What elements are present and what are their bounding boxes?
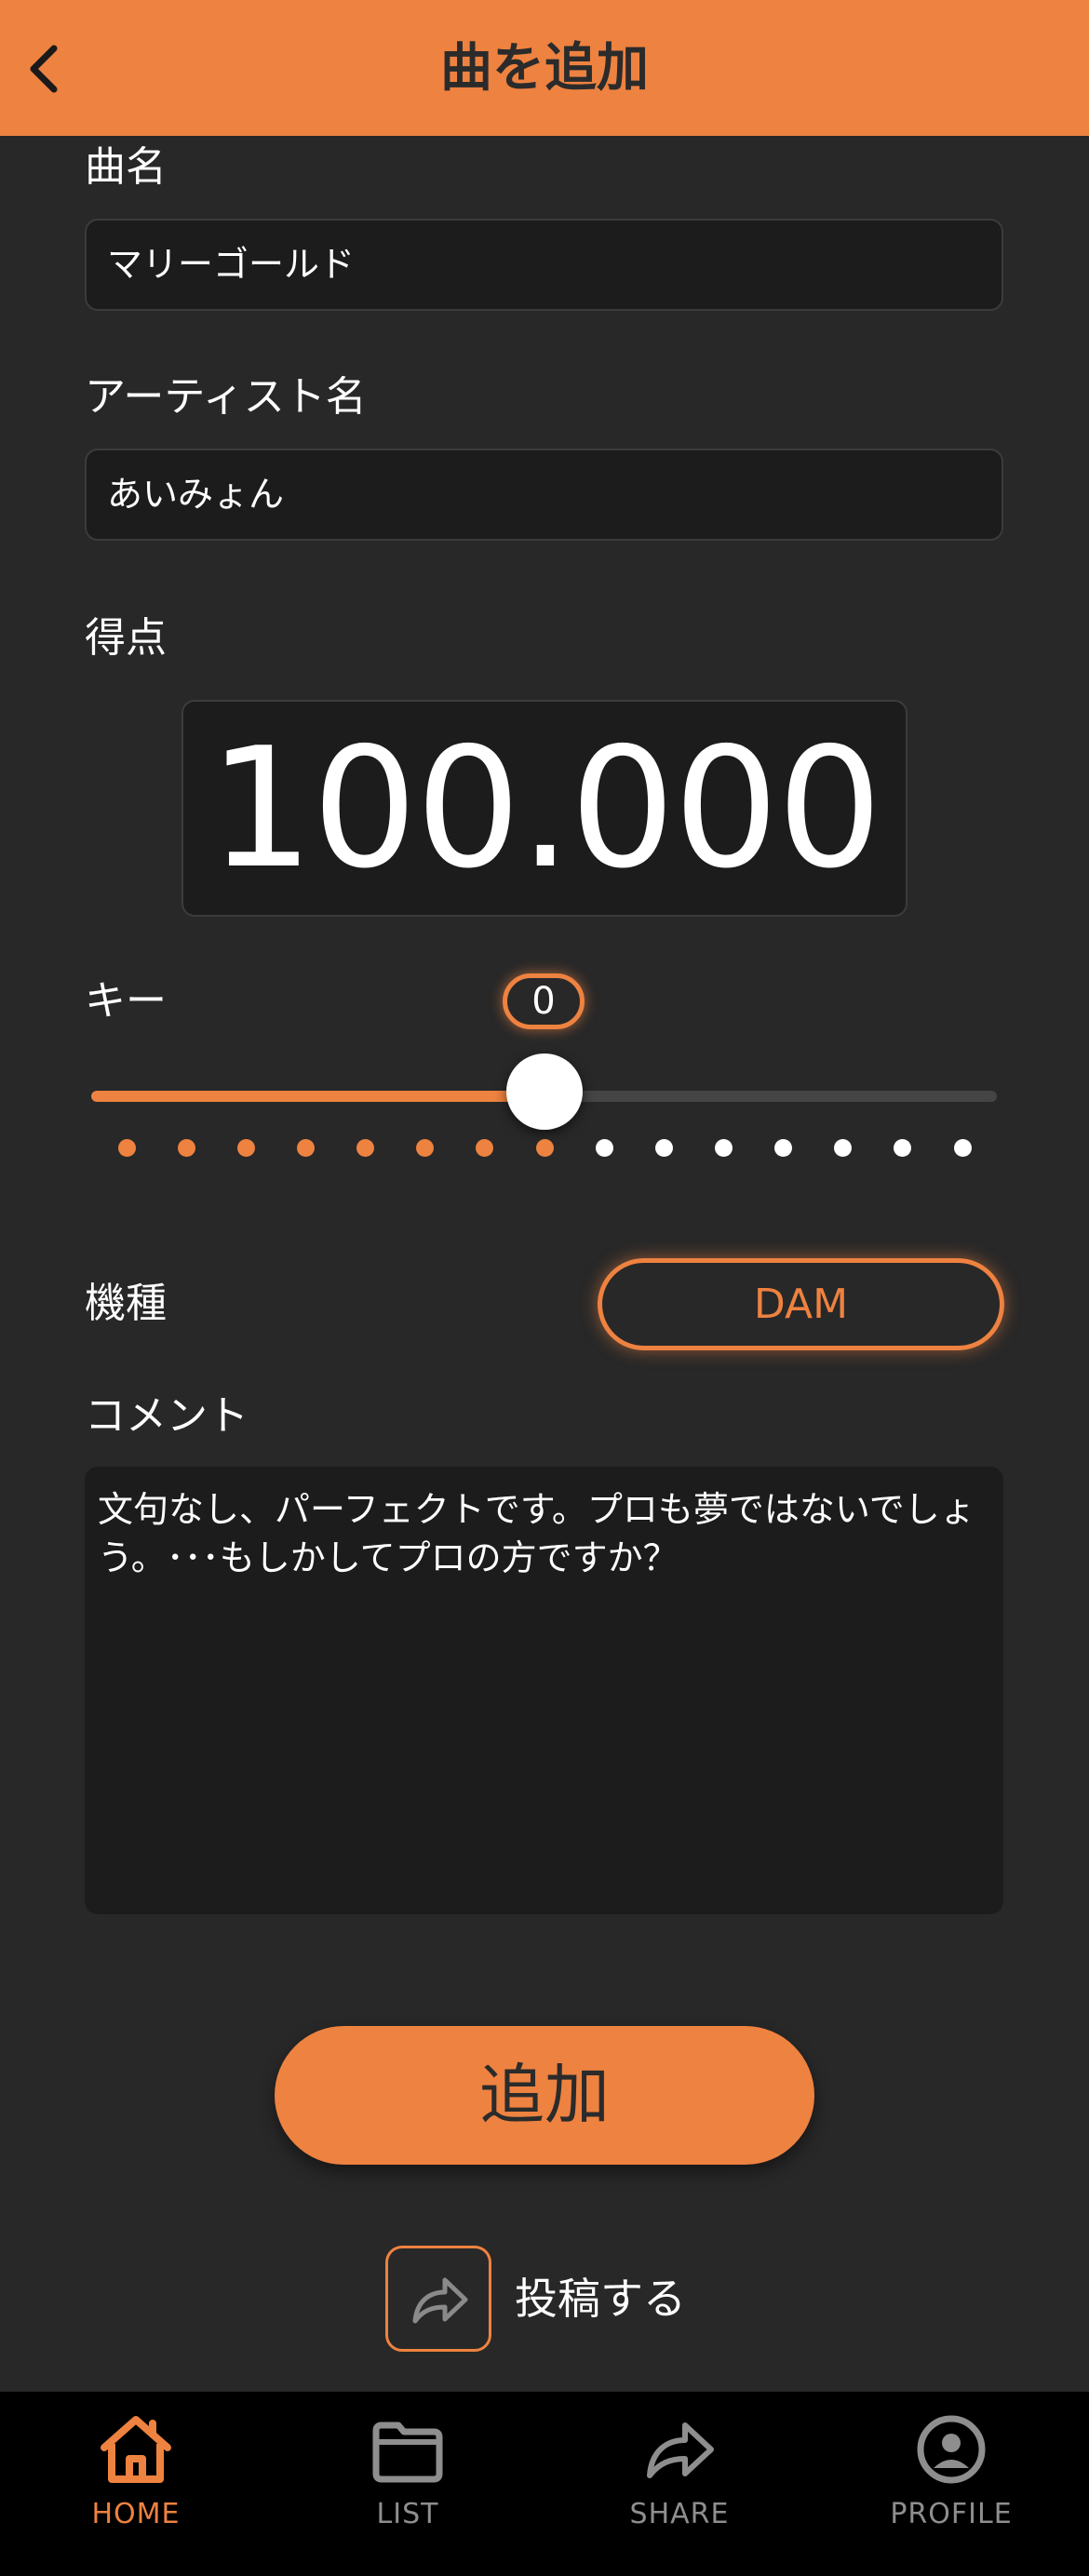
house-icon [101, 2416, 171, 2483]
tab-profile-label: PROFILE [890, 2498, 1013, 2530]
comment-label: コメント [85, 1392, 249, 1440]
tab-share[interactable]: SHARE [544, 2392, 815, 2576]
key-tick [834, 1139, 853, 1157]
post-checkbox[interactable] [385, 2246, 491, 2352]
share-arrow-icon [412, 2277, 468, 2324]
key-label: キー [85, 977, 167, 1025]
key-tick [595, 1139, 613, 1157]
key-slider-ticks [0, 1139, 1089, 1158]
song-name-label: 曲名 [85, 143, 167, 191]
song-name-input[interactable]: マリーゴールド [85, 219, 1003, 311]
tab-home[interactable]: HOME [0, 2392, 272, 2576]
app-header: 曲を追加 [0, 0, 1089, 136]
tab-list[interactable]: LIST [272, 2392, 544, 2576]
key-tick [117, 1139, 136, 1157]
key-tick [476, 1139, 494, 1157]
artist-name-label: アーティスト名 [85, 373, 367, 421]
share-arrow-icon [647, 2422, 714, 2478]
comment-textarea[interactable]: 文句なし、パーフェクトです。プロも夢ではないでしょう。･･･もしかしてプロの方で… [85, 1467, 1003, 1914]
key-tick [416, 1139, 435, 1157]
page-title: 曲を追加 [440, 38, 649, 99]
tab-profile[interactable]: PROFILE [815, 2392, 1087, 2576]
tab-home-label: HOME [91, 2498, 181, 2530]
add-button[interactable]: 追加 [275, 2026, 814, 2165]
person-circle-icon [917, 2415, 986, 2484]
folder-icon [372, 2422, 443, 2483]
key-tick [714, 1139, 733, 1157]
artist-name-input[interactable]: あいみょん [85, 449, 1003, 541]
key-slider-thumb[interactable] [505, 1053, 583, 1130]
key-tick [774, 1139, 793, 1157]
key-tick [177, 1139, 195, 1157]
key-value-badge: 0 [503, 973, 585, 1029]
key-tick [236, 1139, 255, 1157]
key-slider-fill [91, 1091, 544, 1102]
key-tick [654, 1139, 673, 1157]
key-tick [894, 1139, 912, 1157]
score-label: 得点 [85, 614, 167, 662]
tab-share-label: SHARE [629, 2498, 730, 2530]
key-tick [356, 1139, 375, 1157]
key-tick [535, 1139, 554, 1157]
tab-list-label: LIST [376, 2498, 439, 2530]
model-select-button[interactable]: DAM [598, 1258, 1004, 1350]
key-tick [296, 1139, 315, 1157]
post-label[interactable]: 投稿する [515, 2269, 686, 2328]
score-input[interactable]: 100.000 [182, 700, 908, 917]
model-label: 機種 [85, 1280, 167, 1327]
tab-bar: HOME LIST SHARE PROFILE [0, 2392, 1089, 2576]
key-tick [953, 1139, 972, 1157]
